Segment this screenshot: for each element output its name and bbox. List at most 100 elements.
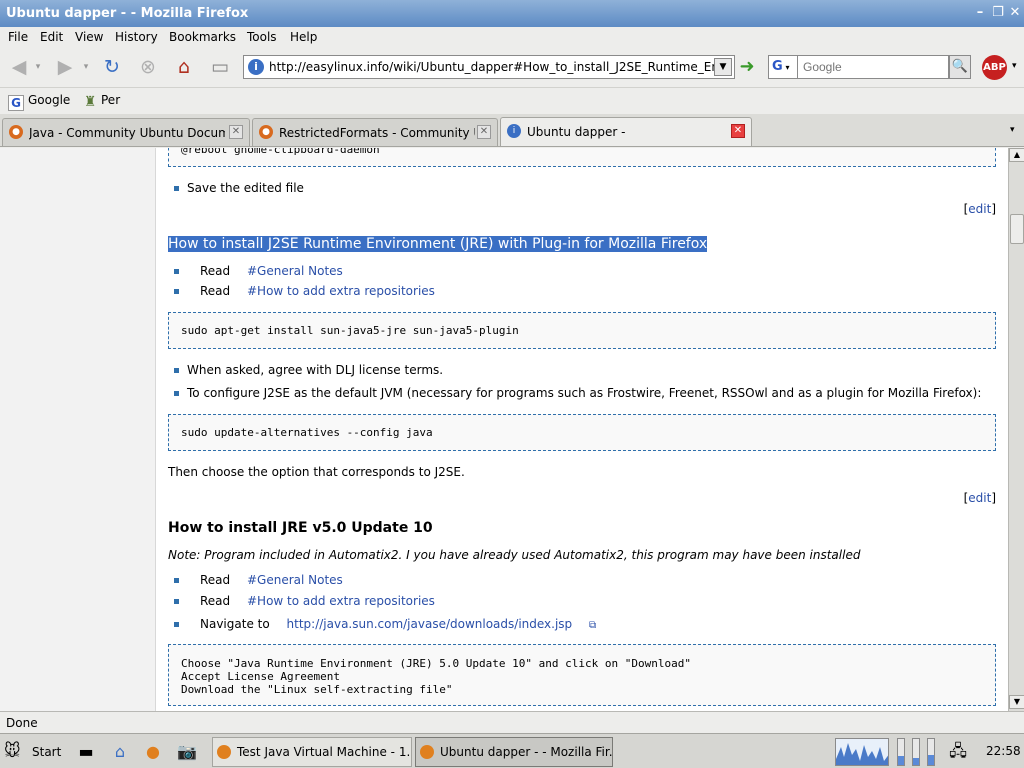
window-titlebar: Ubuntu dapper - - Mozilla Firefox – ❐ ✕ bbox=[0, 0, 1024, 27]
google-icon: G bbox=[8, 95, 24, 111]
section-heading-j2se: How to install J2SE Runtime Environment … bbox=[168, 236, 708, 252]
url-history-dropdown-icon[interactable]: ▼ bbox=[714, 58, 732, 76]
task-test-java[interactable]: Test Java Virtual Machine - 1... bbox=[212, 737, 412, 767]
list-item: Read #How to add extra repositories bbox=[174, 594, 435, 608]
network-icon[interactable]: 🖧 bbox=[946, 740, 970, 764]
close-icon[interactable]: ✕ bbox=[1007, 5, 1023, 21]
clock: 22:58 bbox=[986, 744, 1021, 758]
file-manager-icon[interactable]: ⌂ bbox=[108, 740, 132, 764]
bookmarks-toolbar: G Google ♜ Per bbox=[0, 87, 1024, 114]
start-button[interactable]: 🐭 Start bbox=[4, 741, 61, 760]
menu-history[interactable]: History bbox=[115, 30, 158, 44]
list-item: Read #General Notes bbox=[174, 573, 343, 587]
volume-slider[interactable] bbox=[897, 738, 905, 766]
url-bar[interactable]: i http://easylinux.info/wiki/Ubuntu_dapp… bbox=[243, 55, 735, 79]
note-paragraph: Note: Program included in Automatix2. I … bbox=[168, 548, 861, 562]
scroll-up-icon[interactable]: ▲ bbox=[1009, 148, 1024, 162]
menu-help[interactable]: Help bbox=[290, 30, 317, 44]
close-tab-icon[interactable]: ✕ bbox=[229, 125, 243, 139]
reload-icon[interactable]: ↻ bbox=[99, 54, 125, 80]
screenshot-icon[interactable]: 📷 bbox=[175, 740, 199, 764]
status-bar: Done bbox=[0, 711, 1024, 733]
firefox-icon[interactable]: ● bbox=[141, 740, 165, 764]
volume-level bbox=[928, 755, 934, 765]
back-icon[interactable]: ◀ bbox=[6, 54, 32, 80]
code-block-apt: sudo apt-get install sun-java5-jre sun-j… bbox=[168, 312, 996, 349]
menu-bar: File Edit View History Bookmarks Tools H… bbox=[0, 27, 1024, 48]
section-heading-jre: How to install JRE v5.0 Update 10 bbox=[168, 520, 433, 536]
stop-icon[interactable]: ⊗ bbox=[135, 54, 161, 80]
bookmark-per[interactable]: ♜ Per bbox=[82, 93, 120, 110]
left-sidebar bbox=[0, 148, 156, 711]
site-info-icon: i bbox=[507, 124, 521, 138]
tab-restricted-formats[interactable]: ● RestrictedFormats - Community U... ✕ bbox=[252, 118, 498, 146]
search-engine-selector[interactable]: G ▾ bbox=[768, 55, 798, 79]
volume-level bbox=[898, 756, 904, 765]
paragraph: Then choose the option that corresponds … bbox=[168, 465, 465, 479]
page-content: @reboot gnome-clipboard-daemon Save the … bbox=[0, 148, 1008, 711]
site-info-icon[interactable]: i bbox=[248, 59, 264, 75]
list-item: Read #How to add extra repositories bbox=[174, 284, 435, 298]
menu-bookmarks[interactable]: Bookmarks bbox=[169, 30, 236, 44]
new-bookmark-icon[interactable]: ▭ bbox=[207, 54, 233, 80]
volume-slider[interactable] bbox=[912, 738, 920, 766]
person-icon: ♜ bbox=[83, 94, 97, 110]
general-notes-link[interactable]: #General Notes bbox=[247, 264, 343, 278]
java-download-link[interactable]: http://java.sun.com/javase/downloads/ind… bbox=[287, 617, 573, 631]
search-input[interactable] bbox=[797, 55, 949, 79]
taskbar: 🐭 Start ▬ ⌂ ● 📷 Test Java Virtual Machine… bbox=[0, 733, 1024, 768]
code-block-download: Choose "Java Runtime Environment (JRE) 5… bbox=[168, 644, 996, 706]
scroll-down-icon[interactable]: ▼ bbox=[1009, 695, 1024, 709]
terminal-icon[interactable]: ▬ bbox=[74, 740, 98, 764]
xfce-mouse-icon: 🐭 bbox=[4, 741, 21, 760]
url-text[interactable]: http://easylinux.info/wiki/Ubuntu_dapper… bbox=[269, 60, 714, 74]
edit-link[interactable]: [edit] bbox=[964, 202, 996, 216]
scrollbar-thumb[interactable] bbox=[1010, 214, 1024, 244]
code-block-reboot: @reboot gnome-clipboard-daemon bbox=[168, 148, 996, 167]
firefox-icon bbox=[217, 745, 231, 759]
maximize-icon[interactable]: ❐ bbox=[990, 5, 1006, 21]
extra-repositories-link[interactable]: #How to add extra repositories bbox=[247, 594, 435, 608]
close-tab-icon[interactable]: ✕ bbox=[731, 124, 745, 138]
task-ubuntu-dapper[interactable]: Ubuntu dapper - - Mozilla Fir... bbox=[415, 737, 613, 767]
ubuntu-icon: ● bbox=[9, 125, 23, 139]
tab-ubuntu-dapper[interactable]: i Ubuntu dapper - ✕ bbox=[500, 117, 752, 146]
cpu-monitor bbox=[835, 738, 889, 766]
status-text: Done bbox=[6, 716, 38, 730]
home-icon[interactable]: ⌂ bbox=[171, 54, 197, 80]
extra-repositories-link[interactable]: #How to add extra repositories bbox=[247, 284, 435, 298]
firefox-icon bbox=[420, 745, 434, 759]
adblock-dropdown-icon[interactable]: ▾ bbox=[1012, 61, 1017, 71]
search-icon[interactable]: 🔍 bbox=[949, 55, 971, 79]
forward-history-icon[interactable]: ▾ bbox=[79, 54, 93, 80]
code-block-alternatives: sudo update-alternatives --config java bbox=[168, 414, 996, 451]
list-item: To configure J2SE as the default JVM (ne… bbox=[174, 386, 981, 400]
edit-link[interactable]: [edit] bbox=[964, 491, 996, 505]
ubuntu-icon: ● bbox=[259, 125, 273, 139]
bookmark-google[interactable]: G Google bbox=[8, 93, 70, 111]
tab-list-icon[interactable]: ▾ bbox=[1010, 125, 1015, 135]
back-history-icon[interactable]: ▾ bbox=[31, 54, 45, 80]
menu-file[interactable]: File bbox=[8, 30, 28, 44]
volume-level bbox=[913, 758, 919, 765]
tab-bar: ● Java - Community Ubuntu Docum... ✕ ● R… bbox=[0, 114, 1024, 147]
list-item: Read #General Notes bbox=[174, 264, 343, 278]
forward-icon[interactable]: ▶ bbox=[52, 54, 78, 80]
adblock-icon[interactable]: ABP bbox=[982, 55, 1007, 80]
window-title: Ubuntu dapper - - Mozilla Firefox bbox=[6, 6, 249, 21]
external-link-icon: ⧉ bbox=[589, 620, 597, 631]
minimize-icon[interactable]: – bbox=[972, 5, 988, 21]
cpu-graph bbox=[836, 743, 888, 765]
list-item: Save the edited file bbox=[174, 181, 304, 195]
tab-java[interactable]: ● Java - Community Ubuntu Docum... ✕ bbox=[2, 118, 250, 146]
vertical-scrollbar[interactable]: ▲ ▼ bbox=[1008, 148, 1024, 711]
general-notes-link[interactable]: #General Notes bbox=[247, 573, 343, 587]
close-tab-icon[interactable]: ✕ bbox=[477, 125, 491, 139]
volume-slider[interactable] bbox=[927, 738, 935, 766]
menu-tools[interactable]: Tools bbox=[247, 30, 277, 44]
go-icon[interactable]: ➜ bbox=[736, 55, 758, 79]
menu-view[interactable]: View bbox=[75, 30, 103, 44]
menu-edit[interactable]: Edit bbox=[40, 30, 63, 44]
list-item: Navigate to http://java.sun.com/javase/d… bbox=[174, 617, 596, 631]
list-item: When asked, agree with DLJ license terms… bbox=[174, 363, 443, 377]
